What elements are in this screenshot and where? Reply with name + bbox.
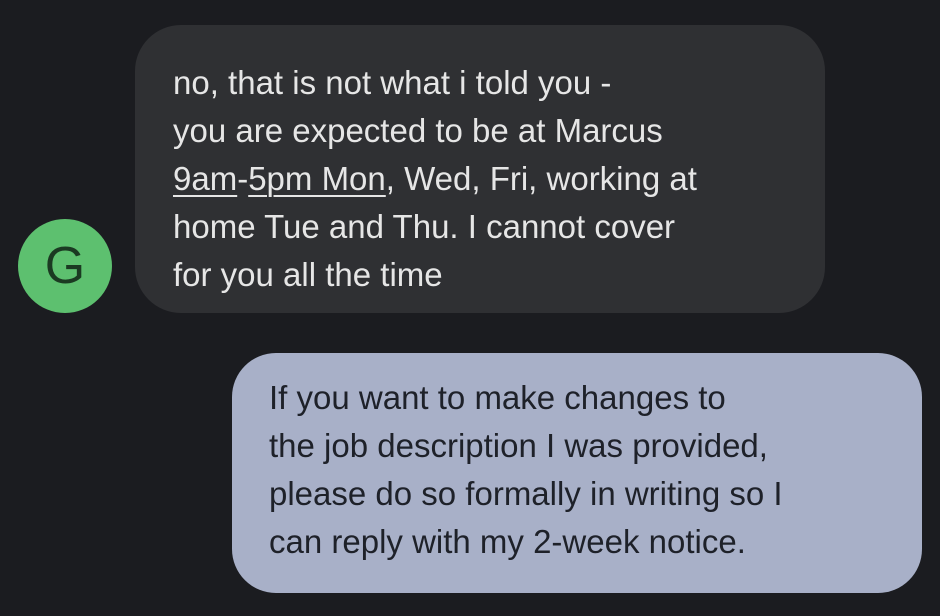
message-line: can reply with my 2-week notice. [269, 523, 746, 560]
message-line: for you all the time [173, 256, 443, 293]
time-link-end-day[interactable]: 5pm Mon [248, 160, 386, 197]
message-line: please do so formally in writing so I [269, 475, 783, 512]
message-thread: G no, that is not what i told you - you … [0, 0, 940, 616]
time-link-start[interactable]: 9am [173, 160, 237, 197]
outgoing-message-bubble[interactable]: If you want to make changes to the job d… [232, 353, 922, 593]
message-text: , Wed, Fri, working at [385, 160, 697, 197]
avatar-initial: G [44, 237, 86, 295]
incoming-message-bubble[interactable]: no, that is not what i told you - you ar… [135, 25, 825, 313]
message-line: If you want to make changes to [269, 379, 726, 416]
message-line: you are expected to be at Marcus [173, 112, 663, 149]
message-line: home Tue and Thu. I cannot cover [173, 208, 676, 245]
contact-avatar[interactable]: G [18, 219, 112, 313]
message-line-with-time-links: 9am-5pm Mon, Wed, Fri, working at [173, 155, 795, 203]
message-line: no, that is not what i told you - [173, 64, 612, 101]
time-separator: - [237, 160, 249, 197]
message-line: the job description I was provided, [269, 427, 768, 464]
